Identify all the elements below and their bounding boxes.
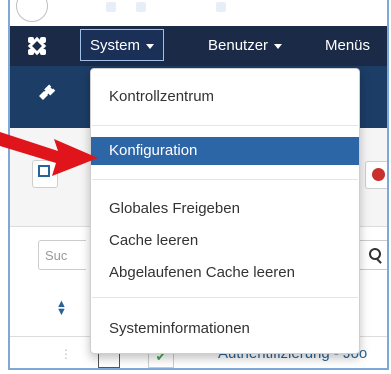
- toolbar-icon: [216, 2, 226, 12]
- search-input[interactable]: Suc: [38, 240, 86, 270]
- toolbar-icon: [106, 2, 116, 12]
- menu-menus-label: Menüs: [325, 37, 371, 54]
- menu-item-abgelaufenen-cache-leeren[interactable]: Abgelaufenen Cache leeren: [91, 259, 359, 287]
- menu-item-kontrollzentrum[interactable]: Kontrollzentrum: [91, 83, 359, 111]
- menu-item-systeminformationen[interactable]: Systeminformationen: [91, 315, 359, 343]
- menu-benutzer-label: Benutzer: [208, 37, 269, 54]
- search-button[interactable]: [358, 240, 387, 270]
- drag-handle-icon[interactable]: ⋮: [60, 347, 72, 361]
- menu-item-konfiguration[interactable]: Konfiguration: [91, 137, 359, 165]
- menu-divider: [92, 179, 358, 180]
- menu-benutzer[interactable]: Benutzer: [208, 26, 283, 66]
- menu-item-globales-freigeben[interactable]: Globales Freigeben: [91, 195, 359, 223]
- back-circle-icon[interactable]: [16, 0, 48, 22]
- red-arrow-annotation: [0, 132, 98, 176]
- joomla-logo-icon[interactable]: [26, 35, 47, 56]
- chevron-down-icon: [146, 43, 155, 49]
- menu-divider: [92, 297, 358, 298]
- toolbar-icon: [136, 2, 146, 12]
- chevron-down-icon: [274, 43, 283, 49]
- sort-icon[interactable]: ▲ ▼: [56, 299, 67, 318]
- menu-divider: [92, 125, 358, 126]
- menu-system-label: System: [90, 37, 141, 54]
- admin-navbar: System Benutzer Menüs: [10, 26, 387, 66]
- browser-top-strip: [10, 0, 387, 27]
- menu-menus[interactable]: Menüs: [325, 26, 370, 66]
- menu-item-cache-leeren[interactable]: Cache leeren: [91, 227, 359, 255]
- menu-system[interactable]: System: [80, 29, 165, 61]
- cancel-icon: [372, 168, 385, 181]
- system-dropdown-menu: Kontrollzentrum Konfiguration Globales F…: [90, 68, 360, 354]
- plug-icon: [32, 83, 56, 113]
- cancel-button[interactable]: [365, 161, 387, 189]
